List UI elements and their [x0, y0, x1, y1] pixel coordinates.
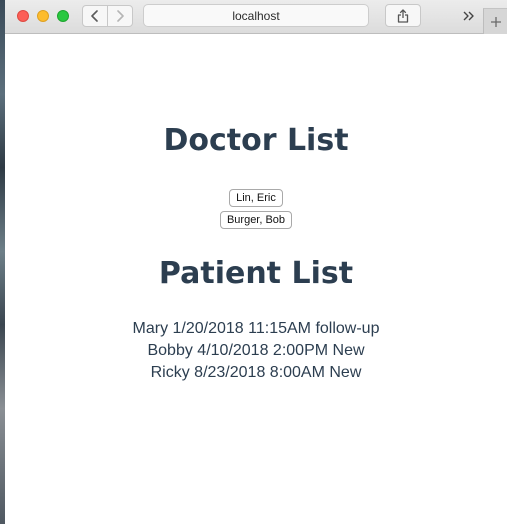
plus-icon	[490, 16, 501, 27]
patient-list-item: Ricky 8/23/2018 8:00AM New	[150, 364, 362, 381]
doctor-list: Lin, Eric Burger, Bob	[5, 189, 507, 229]
chevron-left-icon	[91, 10, 98, 22]
patient-list: Mary 1/20/2018 11:15AM follow-up Bobby 4…	[5, 318, 507, 384]
navigation-buttons	[82, 5, 133, 27]
browser-window: localhost Doctor List Lin, Eric Burger, …	[5, 0, 507, 524]
chevron-right-icon	[117, 10, 124, 22]
share-button[interactable]	[385, 4, 421, 27]
address-bar[interactable]: localhost	[143, 4, 369, 27]
forward-button[interactable]	[107, 6, 132, 26]
address-bar-text: localhost	[232, 8, 280, 23]
screen: localhost Doctor List Lin, Eric Burger, …	[0, 0, 507, 524]
new-tab-button[interactable]	[483, 8, 507, 34]
patient-list-heading: Patient List	[158, 256, 354, 291]
browser-toolbar: localhost	[5, 0, 507, 34]
close-window-icon[interactable]	[17, 10, 29, 22]
page-content: Doctor List Lin, Eric Burger, Bob Patien…	[5, 35, 507, 524]
overflow-button[interactable]	[461, 6, 477, 26]
doctor-button[interactable]: Burger, Bob	[219, 211, 293, 229]
share-icon	[397, 8, 409, 23]
patient-list-item: Bobby 4/10/2018 2:00PM New	[147, 342, 365, 359]
doctor-button[interactable]: Lin, Eric	[229, 189, 283, 207]
double-chevron-right-icon	[463, 11, 474, 21]
patient-list-item: Mary 1/20/2018 11:15AM follow-up	[132, 320, 380, 337]
doctor-list-heading: Doctor List	[163, 123, 349, 158]
back-button[interactable]	[83, 6, 107, 26]
minimize-window-icon[interactable]	[37, 10, 49, 22]
zoom-window-icon[interactable]	[57, 10, 69, 22]
